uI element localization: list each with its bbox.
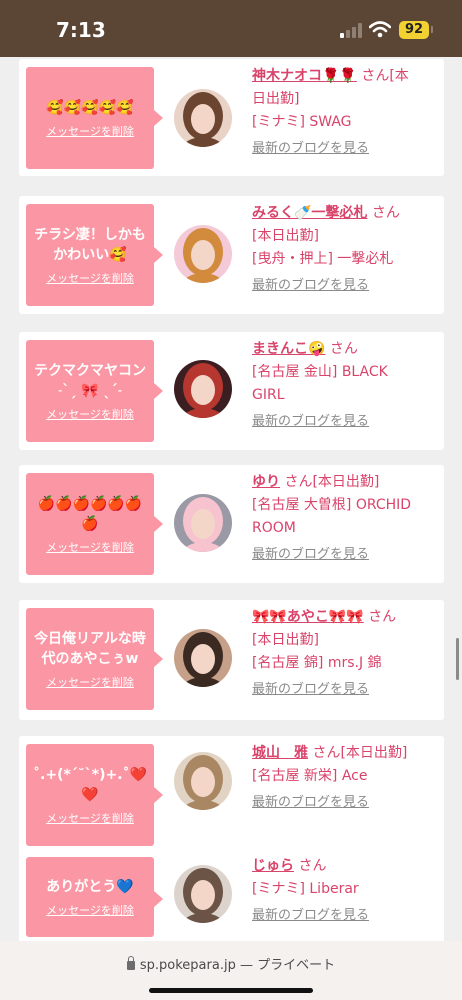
- message-card: 🍎🍎🍎🍎🍎🍎🍎 メッセージを削除 ゆり さん[本日出勤] [名古屋 大曽根] O…: [19, 465, 444, 583]
- cast-shop: [名古屋 大曽根] ORCHID: [252, 497, 412, 513]
- cast-name-link[interactable]: まきんこ🤪: [252, 341, 325, 357]
- cast-name-link[interactable]: みるく🍼一撃必札: [252, 205, 367, 221]
- cast-name-link[interactable]: 神木ナオコ🌹🌹: [252, 68, 357, 84]
- cast-info: 城山 雅 さん[本日出勤] [名古屋 新栄] Ace 最新のブログを見る: [252, 742, 442, 810]
- cast-shop: [名古屋 新栄] Ace: [252, 768, 368, 784]
- cast-name-link[interactable]: ゆり: [252, 474, 280, 490]
- latest-blog-link[interactable]: 最新のブログを見る: [252, 678, 442, 697]
- message-text: ありがとう💙: [46, 878, 134, 895]
- cast-info: 🎀🎀あやこ🎀🎀 さん [本日出勤] [名古屋 錦] mrs.J 錦 最新のブログ…: [252, 606, 442, 697]
- cast-detail: [本日出勤]: [252, 228, 319, 244]
- message-bubble: 🥰🥰🥰🥰🥰 メッセージを削除: [26, 67, 163, 169]
- honorific: さん: [284, 474, 313, 490]
- latest-blog-link[interactable]: 最新のブログを見る: [252, 904, 442, 923]
- avatar[interactable]: [174, 225, 232, 283]
- message-card: テクマクマヤコン˗ˋˏ 🎀 ˎˊ˗ メッセージを削除 まきんこ🤪 さん [名古屋…: [19, 332, 444, 450]
- cast-detail: [本日出勤]: [252, 632, 319, 648]
- cast-info: ゆり さん[本日出勤] [名古屋 大曽根] ORCHID ROOM 最新のブログ…: [252, 471, 442, 562]
- avatar[interactable]: [174, 629, 232, 687]
- signal-icon: [340, 23, 362, 38]
- url-domain: sp.pokepara.jp: [139, 958, 236, 973]
- delete-message-link[interactable]: メッセージを削除: [46, 539, 134, 555]
- honorific: さん: [361, 68, 390, 84]
- delete-message-link[interactable]: メッセージを削除: [46, 902, 134, 918]
- message-bubble: 今日俺リアルな時代のあやこぅw メッセージを削除: [26, 608, 163, 710]
- message-text: 🍎🍎🍎🍎🍎🍎🍎: [37, 495, 143, 532]
- cast-info: みるく🍼一撃必札 さん [本日出勤] [曳舟・押上] 一撃必札 最新のブログを見…: [252, 202, 442, 293]
- avatar[interactable]: [174, 865, 232, 923]
- cast-shop: [名古屋 錦] mrs.J 錦: [252, 655, 382, 671]
- message-text: テクマクマヤコン˗ˋˏ 🎀 ˎˊ˗: [34, 362, 146, 399]
- message-card: チラシ凄！しかもかわいい🥰 メッセージを削除 みるく🍼一撃必札 さん [本日出勤…: [19, 196, 444, 314]
- delete-message-link[interactable]: メッセージを削除: [46, 674, 134, 690]
- url-separator: —: [239, 958, 253, 973]
- browser-address-bar[interactable]: sp.pokepara.jp — プライベート: [0, 941, 462, 1000]
- cast-shop: [名古屋 金山] BLACK: [252, 364, 388, 380]
- delete-message-link[interactable]: メッセージを削除: [46, 810, 134, 826]
- home-indicator[interactable]: [149, 988, 313, 993]
- delete-message-link[interactable]: メッセージを削除: [46, 123, 134, 139]
- message-text: チラシ凄！しかもかわいい🥰: [34, 226, 146, 263]
- message-card: ˚.+(*´˘`*)+.˚❤️❤️ メッセージを削除 城山 雅 さん[本日出勤]…: [19, 736, 444, 854]
- cast-name-link[interactable]: 城山 雅: [252, 745, 308, 761]
- status-bar: 7:13 92: [0, 0, 462, 57]
- lock-icon: [126, 956, 135, 970]
- battery-icon: 92: [399, 21, 429, 39]
- cast-shop: [ミナミ] SWAG: [252, 114, 352, 130]
- wifi-icon: [369, 21, 391, 38]
- scrollbar[interactable]: [456, 638, 459, 680]
- latest-blog-link[interactable]: 最新のブログを見る: [252, 791, 442, 810]
- avatar[interactable]: [174, 89, 232, 147]
- delete-message-link[interactable]: メッセージを削除: [46, 406, 134, 422]
- message-card: 今日俺リアルな時代のあやこぅw メッセージを削除 🎀🎀あやこ🎀🎀 さん [本日出…: [19, 600, 444, 720]
- avatar[interactable]: [174, 360, 232, 418]
- honorific: さん: [329, 341, 358, 357]
- cast-detail: [本日出勤]: [312, 474, 380, 490]
- cast-detail: [本: [389, 68, 409, 84]
- latest-blog-link[interactable]: 最新のブログを見る: [252, 274, 442, 293]
- latest-blog-link[interactable]: 最新のブログを見る: [252, 410, 442, 429]
- cast-info: 神木ナオコ🌹🌹 さん[本 日出勤] [ミナミ] SWAG 最新のブログを見る: [252, 65, 442, 156]
- url-display[interactable]: sp.pokepara.jp — プライベート: [0, 954, 462, 973]
- avatar[interactable]: [174, 494, 232, 552]
- honorific: さん: [298, 858, 327, 874]
- cast-name-link[interactable]: じゅら: [252, 858, 294, 874]
- delete-message-link[interactable]: メッセージを削除: [46, 270, 134, 286]
- latest-blog-link[interactable]: 最新のブログを見る: [252, 543, 442, 562]
- cast-info: まきんこ🤪 さん [名古屋 金山] BLACK GIRL 最新のブログを見る: [252, 338, 442, 429]
- honorific: さん: [371, 205, 400, 221]
- message-text: 今日俺リアルな時代のあやこぅw: [34, 630, 146, 667]
- cast-shop: [ミナミ] Liberar: [252, 881, 359, 897]
- latest-blog-link[interactable]: 最新のブログを見る: [252, 137, 442, 156]
- message-text: 🥰🥰🥰🥰🥰: [46, 99, 134, 116]
- message-list[interactable]: 🥰🥰🥰🥰🥰 メッセージを削除 神木ナオコ🌹🌹 さん[本 日出勤] [ミナミ] S…: [0, 57, 462, 941]
- message-bubble: チラシ凄！しかもかわいい🥰 メッセージを削除: [26, 204, 163, 306]
- avatar[interactable]: [174, 752, 232, 810]
- cast-detail: 日出勤]: [252, 91, 300, 107]
- cast-name-link[interactable]: 🎀🎀あやこ🎀🎀: [252, 609, 364, 625]
- message-bubble: 🍎🍎🍎🍎🍎🍎🍎 メッセージを削除: [26, 473, 163, 575]
- message-bubble: ˚.+(*´˘`*)+.˚❤️❤️ メッセージを削除: [26, 744, 163, 846]
- cast-detail: [本日出勤]: [340, 745, 408, 761]
- honorific: さん: [368, 609, 397, 625]
- cast-info: じゅら さん [ミナミ] Liberar 最新のブログを見る: [252, 855, 442, 923]
- message-bubble: ありがとう💙 メッセージを削除: [26, 857, 163, 937]
- cast-shop: GIRL: [252, 387, 285, 403]
- message-card: 🥰🥰🥰🥰🥰 メッセージを削除 神木ナオコ🌹🌹 さん[本 日出勤] [ミナミ] S…: [19, 59, 444, 176]
- message-bubble: テクマクマヤコン˗ˋˏ 🎀 ˎˊ˗ メッセージを削除: [26, 340, 163, 442]
- message-card: ありがとう💙 メッセージを削除 じゅら さん [ミナミ] Liberar 最新の…: [19, 849, 444, 941]
- cast-shop: [曳舟・押上] 一撃必札: [252, 251, 394, 267]
- cast-shop: ROOM: [252, 520, 296, 536]
- honorific: さん: [312, 745, 341, 761]
- status-time: 7:13: [56, 18, 106, 42]
- private-mode-label: プライベート: [257, 958, 336, 973]
- message-text: ˚.+(*´˘`*)+.˚❤️❤️: [33, 766, 147, 803]
- battery-tip: [431, 26, 433, 33]
